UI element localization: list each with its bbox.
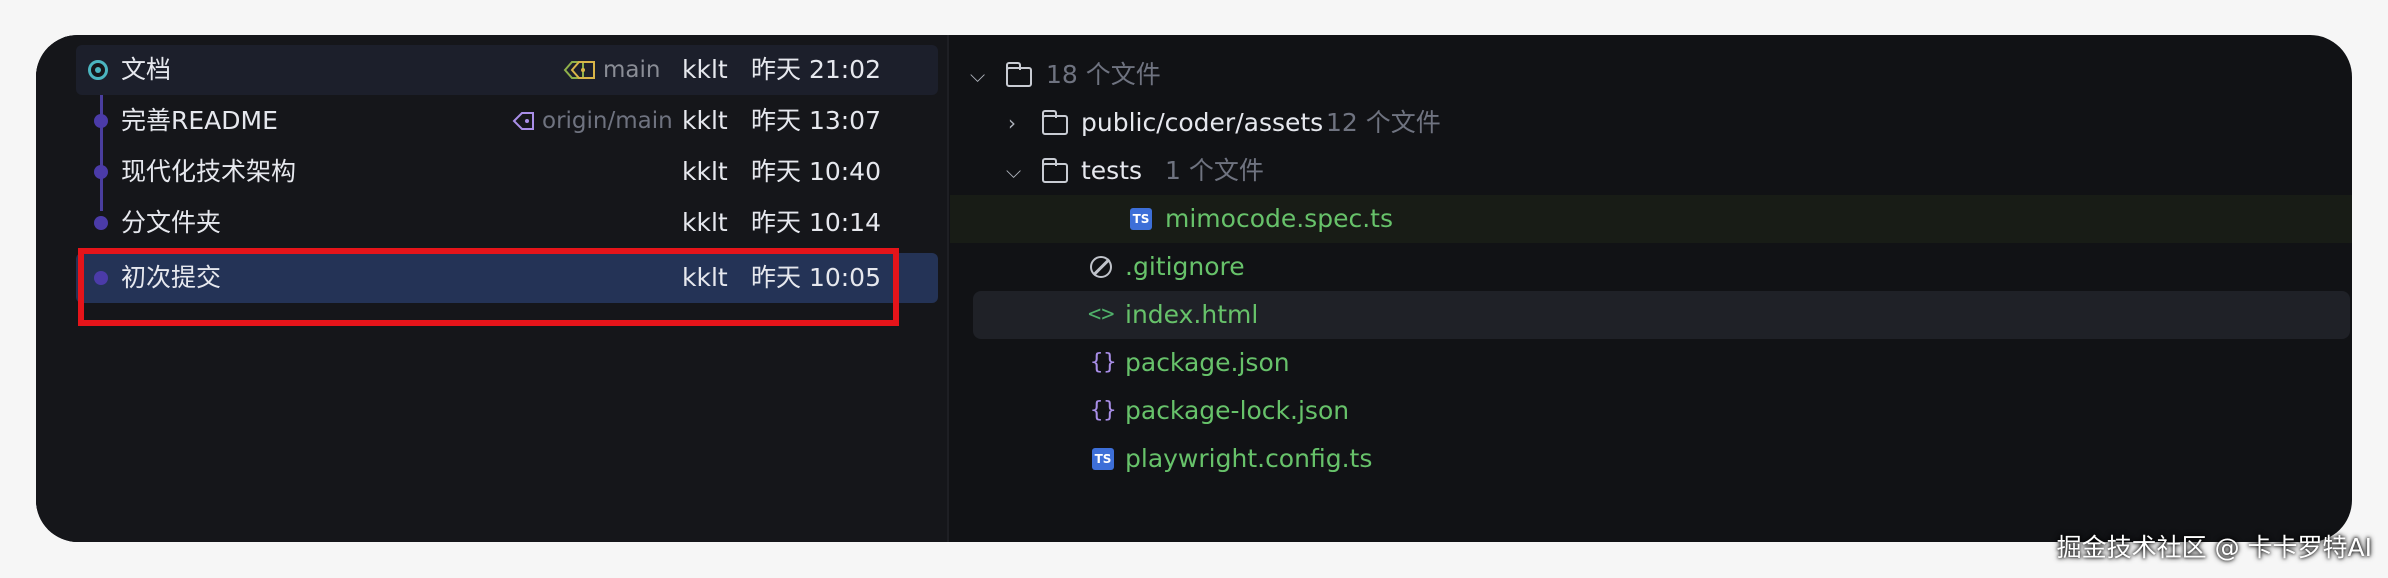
json-icon: {} (1090, 350, 1117, 375)
tree-file-package[interactable]: {} package.json (970, 339, 2350, 387)
watermark: 掘金技术社区 @ 卡卡罗特AI (2056, 533, 2372, 562)
html-icon: <> (1088, 302, 1115, 327)
commit-author: kklt (682, 157, 728, 186)
highlight-annotation-box (78, 248, 899, 326)
git-window: 文档 main kklt 昨天 21:02 完善README origin/ma… (36, 35, 2352, 542)
tree-root[interactable]: ⌵ 18 个文件 (970, 51, 2350, 99)
commit-row[interactable]: 完善README origin/main kklt 昨天 13:07 (76, 96, 938, 146)
folder-icon (1005, 62, 1032, 87)
commit-time: 昨天 13:07 (751, 106, 881, 135)
commit-message: 完善README (121, 106, 278, 135)
folder-icon (1041, 110, 1068, 135)
panel-gutter (36, 35, 68, 542)
commit-row[interactable]: 现代化技术架构 kklt 昨天 10:40 (76, 147, 938, 197)
commit-message: 文档 (121, 55, 172, 84)
tag-icon (512, 112, 534, 130)
folder-icon (1041, 158, 1068, 183)
branch-tag: origin/main (512, 96, 673, 146)
json-icon: {} (1090, 398, 1117, 423)
tree-file-playwright[interactable]: TS playwright.config.ts (970, 435, 2350, 483)
tree-file-spec[interactable]: TS mimocode.spec.ts (950, 195, 2352, 243)
chevron-down-icon: ⌵ (970, 63, 986, 87)
tree-file-gitignore[interactable]: .gitignore (970, 243, 2350, 291)
commit-node (94, 114, 108, 128)
commit-node (94, 165, 108, 179)
tree-folder-tests[interactable]: ⌵ tests 1 个文件 (970, 147, 2350, 195)
branch-tag: main (561, 45, 660, 95)
commit-row[interactable]: 文档 main kklt 昨天 21:02 (76, 45, 938, 95)
commit-history-panel: 文档 main kklt 昨天 21:02 完善README origin/ma… (36, 35, 947, 542)
tree-folder-public[interactable]: › public/coder/assets 12 个文件 (970, 99, 2350, 147)
commit-time: 昨天 10:40 (751, 157, 881, 186)
commit-time: 昨天 21:02 (751, 55, 881, 84)
tree-file-package-lock[interactable]: {} package-lock.json (970, 387, 2350, 435)
commit-node (94, 216, 108, 230)
commit-author: kklt (682, 208, 728, 237)
chevron-down-icon: ⌵ (1006, 159, 1022, 183)
tag-icon (563, 61, 595, 79)
commit-message: 现代化技术架构 (121, 157, 297, 186)
commit-time: 昨天 10:14 (751, 208, 881, 237)
commit-message: 分文件夹 (121, 208, 222, 237)
commit-author: kklt (682, 106, 728, 135)
gitignore-icon (1090, 256, 1112, 278)
head-commit-node (88, 60, 108, 80)
commit-row[interactable]: 分文件夹 kklt 昨天 10:14 (76, 198, 938, 248)
chevron-right-icon: › (1008, 111, 1016, 135)
typescript-icon: TS (1092, 448, 1114, 470)
tree-file-index[interactable]: <> index.html (973, 291, 2350, 339)
typescript-test-icon: TS (1130, 208, 1152, 230)
pane-divider[interactable] (947, 35, 949, 542)
commit-author: kklt (682, 55, 728, 84)
